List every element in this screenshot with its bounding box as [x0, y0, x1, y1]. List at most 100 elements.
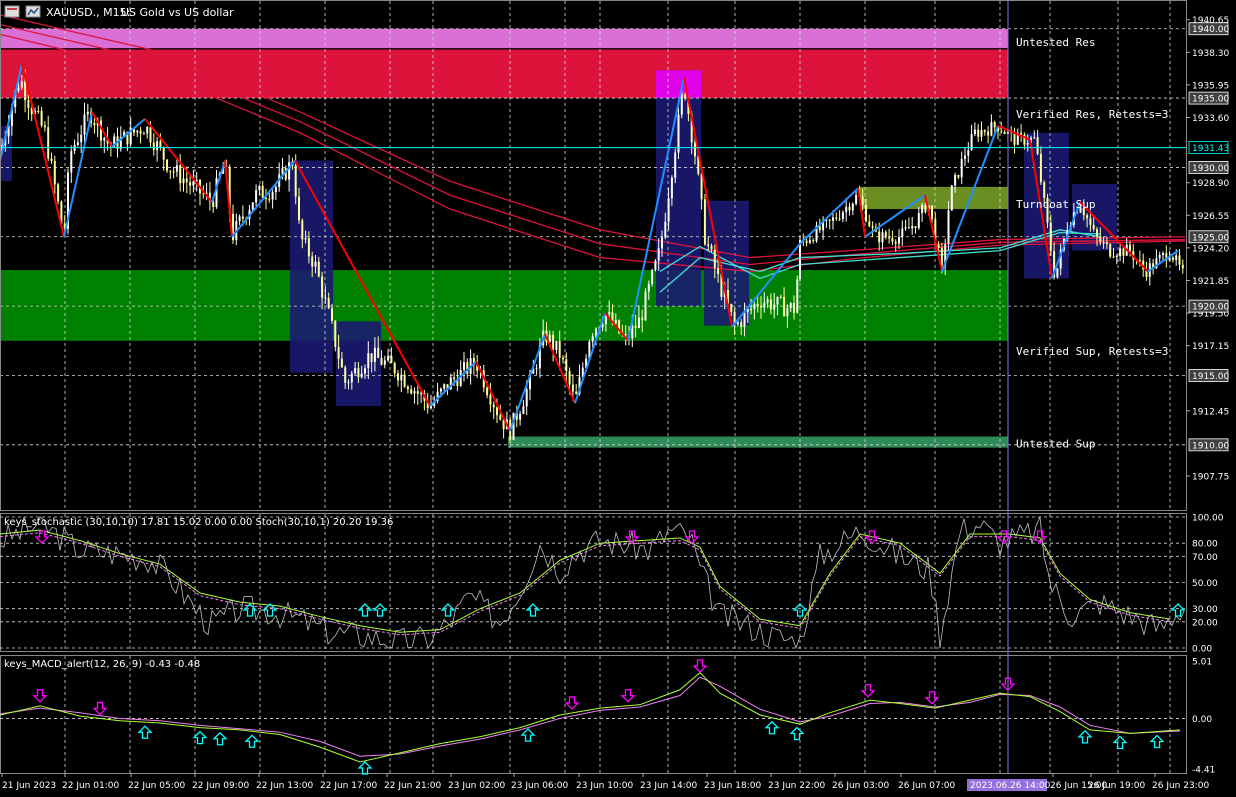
zone-label-2: Turncoat Sup [1016, 198, 1095, 211]
candle-body [651, 269, 654, 284]
candle-body [694, 142, 696, 157]
candle-body [83, 114, 86, 135]
candle-body [808, 240, 811, 243]
candle-body [907, 227, 910, 229]
time-label-2: 22 Jun 05:00 [128, 781, 185, 791]
candle-body [37, 110, 40, 112]
candle-body [552, 334, 555, 350]
candle-body [950, 185, 953, 211]
candle-body [954, 174, 957, 186]
price-tick-label-11: 1907.75 [1192, 473, 1229, 483]
candle-body [644, 291, 647, 321]
calendar-icon[interactable] [4, 5, 20, 18]
price-axis: 1940.651938.301935.951933.601928.901926.… [1186, 16, 1229, 483]
candle-body [743, 312, 746, 328]
price-tick-label-4: 1928.90 [1192, 179, 1229, 189]
candle-body [364, 368, 366, 374]
candle-body [373, 347, 376, 363]
candle-body [393, 363, 396, 374]
candle-body [661, 237, 663, 249]
candle-body [261, 185, 264, 198]
price-level-label-3: 1930.00 [1192, 164, 1229, 174]
candle-body [397, 373, 399, 381]
candle-body [940, 247, 943, 266]
candle-body [1109, 244, 1112, 257]
candle-body [957, 174, 960, 178]
candle-body [855, 194, 858, 204]
time-label-5: 22 Jun 17:00 [320, 781, 377, 791]
candle-body [103, 137, 106, 141]
candle-body [1049, 222, 1052, 252]
candle-body [1105, 241, 1108, 245]
zone-4 [508, 436, 1008, 448]
candle-body [179, 165, 182, 184]
candle-body [901, 228, 904, 238]
zone-label-3: Verified Sup, Retests=3 [1016, 345, 1168, 358]
candle-body [535, 368, 538, 370]
candle-body [1086, 215, 1089, 219]
candle-body [568, 371, 571, 385]
candle-body [258, 185, 261, 191]
time-label-6: 22 Jun 21:00 [384, 781, 441, 791]
candle-body [331, 308, 333, 321]
stoch-tick-1: 80.00 [1192, 540, 1218, 550]
candle-body [591, 336, 594, 342]
symbol-description: US Gold vs US dollar [121, 6, 234, 19]
candle-body [53, 160, 56, 185]
candle-body [1181, 264, 1184, 269]
candle-body [647, 283, 650, 292]
candle-body [489, 395, 492, 405]
chart-svg[interactable]: Untested Res Verified Res, Retests=3 Turnc… [0, 0, 1236, 793]
candle-body [654, 260, 657, 270]
candle-body [766, 299, 769, 303]
candle-body [835, 217, 838, 219]
candle-body [608, 312, 611, 315]
candle-body [793, 303, 795, 313]
candle-body [387, 355, 390, 361]
candle-body [1096, 229, 1098, 237]
price-level-label-7: 1910.00 [1192, 441, 1229, 451]
candle-body [964, 155, 966, 159]
time-label-14: 26 Jun 07:00 [898, 781, 955, 791]
candle-body [773, 304, 776, 310]
candle-body [350, 373, 353, 383]
candle-body [730, 304, 733, 312]
candle-body [763, 302, 766, 308]
candle-body [960, 158, 963, 178]
candle-body [380, 357, 383, 365]
candle-body [93, 123, 96, 126]
time-label-7: 23 Jun 02:00 [448, 781, 505, 791]
candle-body [360, 373, 363, 378]
candle-body [139, 130, 142, 134]
candle-body [1158, 255, 1161, 259]
candle-body [519, 413, 522, 420]
candle-body [340, 358, 343, 368]
stoch-panel-title: keys_stochastic (30,10,10) 17.81 15.02 0… [4, 517, 393, 528]
time-label-4: 22 Jun 13:00 [256, 781, 313, 791]
candle-body [888, 237, 891, 239]
candle-body [832, 217, 834, 221]
candle-body [1043, 182, 1046, 198]
candle-body [274, 187, 277, 193]
trading-chart[interactable]: Untested Res Verified Res, Retests=3 Turnc… [0, 0, 1236, 793]
stoch-tick-3: 50.00 [1192, 579, 1218, 589]
candle-body [783, 297, 786, 317]
candle-body [937, 244, 940, 248]
candle-body [967, 150, 970, 156]
candle-body [558, 340, 561, 358]
price-tick-label-2: 1935.95 [1192, 81, 1229, 91]
candle-body [453, 377, 456, 380]
candle-body [575, 391, 578, 395]
candle-body [710, 245, 713, 250]
candle-body [1000, 131, 1003, 133]
candle-body [43, 125, 46, 128]
price-tick-label-6: 1924.20 [1192, 244, 1229, 254]
stoch-tick-6: 0.00 [1192, 645, 1212, 655]
time-label-1: 22 Jun 01:00 [62, 781, 119, 791]
candle-body [904, 227, 907, 229]
time-label-17: 26 Jun 23:00 [1152, 781, 1209, 791]
candle-body [80, 134, 83, 143]
candle-body [162, 147, 165, 160]
zone-2 [860, 186, 1008, 210]
calendar-icon-bar [7, 8, 17, 10]
